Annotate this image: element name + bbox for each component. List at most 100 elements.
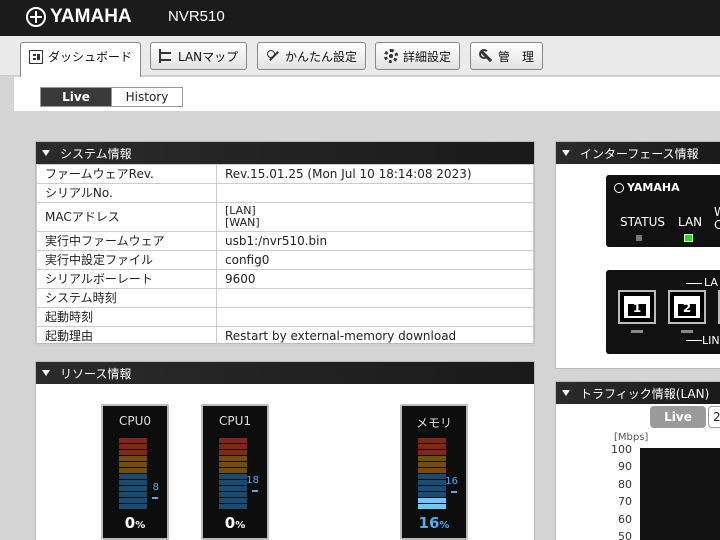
- gauge-segment: [219, 480, 247, 485]
- gauge-segment: [418, 456, 446, 461]
- model-name: NVR510: [168, 8, 225, 25]
- lan-banner-label: LA: [704, 276, 718, 289]
- interface-info-header[interactable]: インターフェース情報: [556, 142, 720, 164]
- row-value: [216, 288, 534, 308]
- gauge-segment: [418, 462, 446, 467]
- cpu1-gauge: CPU1 18 0%: [201, 404, 269, 540]
- gauge-percent-value: 16: [418, 514, 440, 532]
- lan-port-2[interactable]: 2: [668, 290, 706, 324]
- gauge-segment: [219, 450, 247, 455]
- gauge-peak-value: 18: [246, 475, 259, 487]
- tab-easy-setup[interactable]: かんたん設定: [257, 42, 367, 70]
- top-header: YAMAHA NVR510: [0, 0, 720, 36]
- lan-led: [684, 234, 693, 242]
- gauge-segment: [119, 498, 147, 503]
- resource-info-header[interactable]: リソース情報: [36, 362, 534, 384]
- gauge-percent: 0%: [103, 514, 167, 532]
- collapse-triangle-icon: [42, 370, 50, 376]
- gauge-bars: [219, 438, 247, 510]
- gauge-label: CPU1: [218, 414, 252, 428]
- gauge-percent-unit: %: [235, 520, 246, 531]
- collapse-triangle-icon: [562, 150, 570, 156]
- y-tick-label: 50: [618, 530, 632, 540]
- yamaha-emblem-icon: [614, 182, 624, 193]
- gauge-segment: [418, 468, 446, 473]
- row-key: 実行中設定ファイル: [36, 250, 217, 270]
- tab-advanced-settings-label: 詳細設定: [403, 49, 452, 64]
- gauge-segment: [119, 450, 147, 455]
- mac-lan-label: [LAN]: [225, 204, 256, 217]
- gauge-label: メモリ: [415, 416, 452, 430]
- gauge-segment: [418, 486, 446, 491]
- row-value: [216, 183, 534, 203]
- y-tick-label: 90: [618, 460, 632, 473]
- y-tick-label: 100: [611, 443, 632, 456]
- mac-wan-label: [WAN]: [225, 216, 260, 229]
- cpu0-gauge: CPU0 8 0%: [101, 404, 169, 540]
- row-key: 実行中ファームウェア: [36, 231, 217, 251]
- gauge-percent: 16%: [402, 514, 466, 532]
- peak-marker-icon: [152, 494, 158, 500]
- row-value: Restart by external-memory download: [216, 326, 534, 346]
- wrench-icon: [479, 49, 493, 63]
- brand-name: YAMAHA: [50, 6, 132, 27]
- tab-easy-setup-label: かんたん設定: [285, 49, 358, 64]
- traffic-port-2-button[interactable]: 2: [708, 406, 720, 428]
- lan-port-1[interactable]: 1: [618, 290, 656, 324]
- gauge-bars: [418, 438, 446, 510]
- status-led: [636, 235, 642, 241]
- wan-label-partial-2: C: [714, 218, 720, 232]
- device-logo: YAMAHA: [614, 181, 680, 194]
- gauge-segment: [119, 486, 147, 491]
- row-key: MACアドレス: [36, 202, 217, 232]
- resource-info-panel: リソース情報 CPU0 8 0% CPU1 18 0% メモリ 16 16%: [35, 361, 535, 540]
- gauge-segment: [418, 450, 446, 455]
- tab-lan-map[interactable]: LANマップ: [150, 42, 248, 70]
- gauge-segment: [119, 474, 147, 479]
- tab-dashboard[interactable]: ダッシュボード: [20, 42, 142, 78]
- port-led: [681, 330, 693, 333]
- gauge-label: CPU0: [118, 414, 152, 428]
- gauge-bars: [119, 438, 147, 510]
- memory-gauge: メモリ 16 16%: [400, 404, 468, 540]
- gauge-segment: [418, 480, 446, 485]
- gauge-percent-unit: %: [439, 520, 450, 531]
- lan-label: LAN: [678, 215, 703, 229]
- gauge-percent-value: 0: [124, 514, 136, 532]
- y-tick-label: 60: [618, 513, 632, 526]
- wand-icon: [266, 49, 280, 63]
- table-row: シリアルボーレート 9600: [36, 269, 534, 289]
- status-label: STATUS: [620, 215, 666, 229]
- port-number: 1: [632, 301, 642, 315]
- interface-info-title: インターフェース情報: [580, 146, 699, 161]
- gauge-segment: [219, 504, 247, 509]
- divider: [686, 283, 702, 284]
- dashboard-icon: [29, 49, 43, 64]
- main-nav: ダッシュボード LANマップ かんたん設定 詳細設定 管 理: [0, 36, 720, 78]
- system-info-header[interactable]: システム情報: [36, 142, 534, 164]
- traffic-live-button[interactable]: Live: [650, 406, 706, 428]
- resource-info-title: リソース情報: [60, 366, 132, 381]
- gauge-peak-value: 8: [152, 482, 159, 494]
- device-front-panel: YAMAHA STATUS LAN W C: [606, 175, 720, 247]
- gauge-segment: [418, 474, 446, 479]
- tab-lan-map-label: LANマップ: [178, 49, 239, 64]
- gauge-segment: [219, 462, 247, 467]
- history-toggle-button[interactable]: History: [111, 87, 183, 107]
- view-toggle-bar: Live History: [14, 77, 720, 111]
- tab-management[interactable]: 管 理: [470, 42, 544, 70]
- gauge-segment: [119, 504, 147, 509]
- port-led: [631, 330, 643, 333]
- row-key: シリアルNo.: [36, 183, 217, 203]
- gauge-peak-value: 16: [445, 476, 458, 488]
- traffic-info-header[interactable]: トラフィック情報(LAN): [556, 382, 720, 404]
- interface-info-panel: インターフェース情報 YAMAHA STATUS LAN W C LA 1 2 …: [555, 141, 720, 369]
- gauge-segment: [219, 468, 247, 473]
- table-row: ファームウェアRev. Rev.15.01.25 (Mon Jul 10 18:…: [36, 164, 534, 184]
- system-info-panel: システム情報 ファームウェアRev. Rev.15.01.25 (Mon Jul…: [35, 141, 535, 346]
- tab-advanced-settings[interactable]: 詳細設定: [375, 42, 461, 70]
- gauge-segment: [119, 468, 147, 473]
- live-toggle-button[interactable]: Live: [40, 87, 112, 107]
- device-logo-text: YAMAHA: [627, 181, 680, 194]
- gear-icon: [384, 49, 398, 63]
